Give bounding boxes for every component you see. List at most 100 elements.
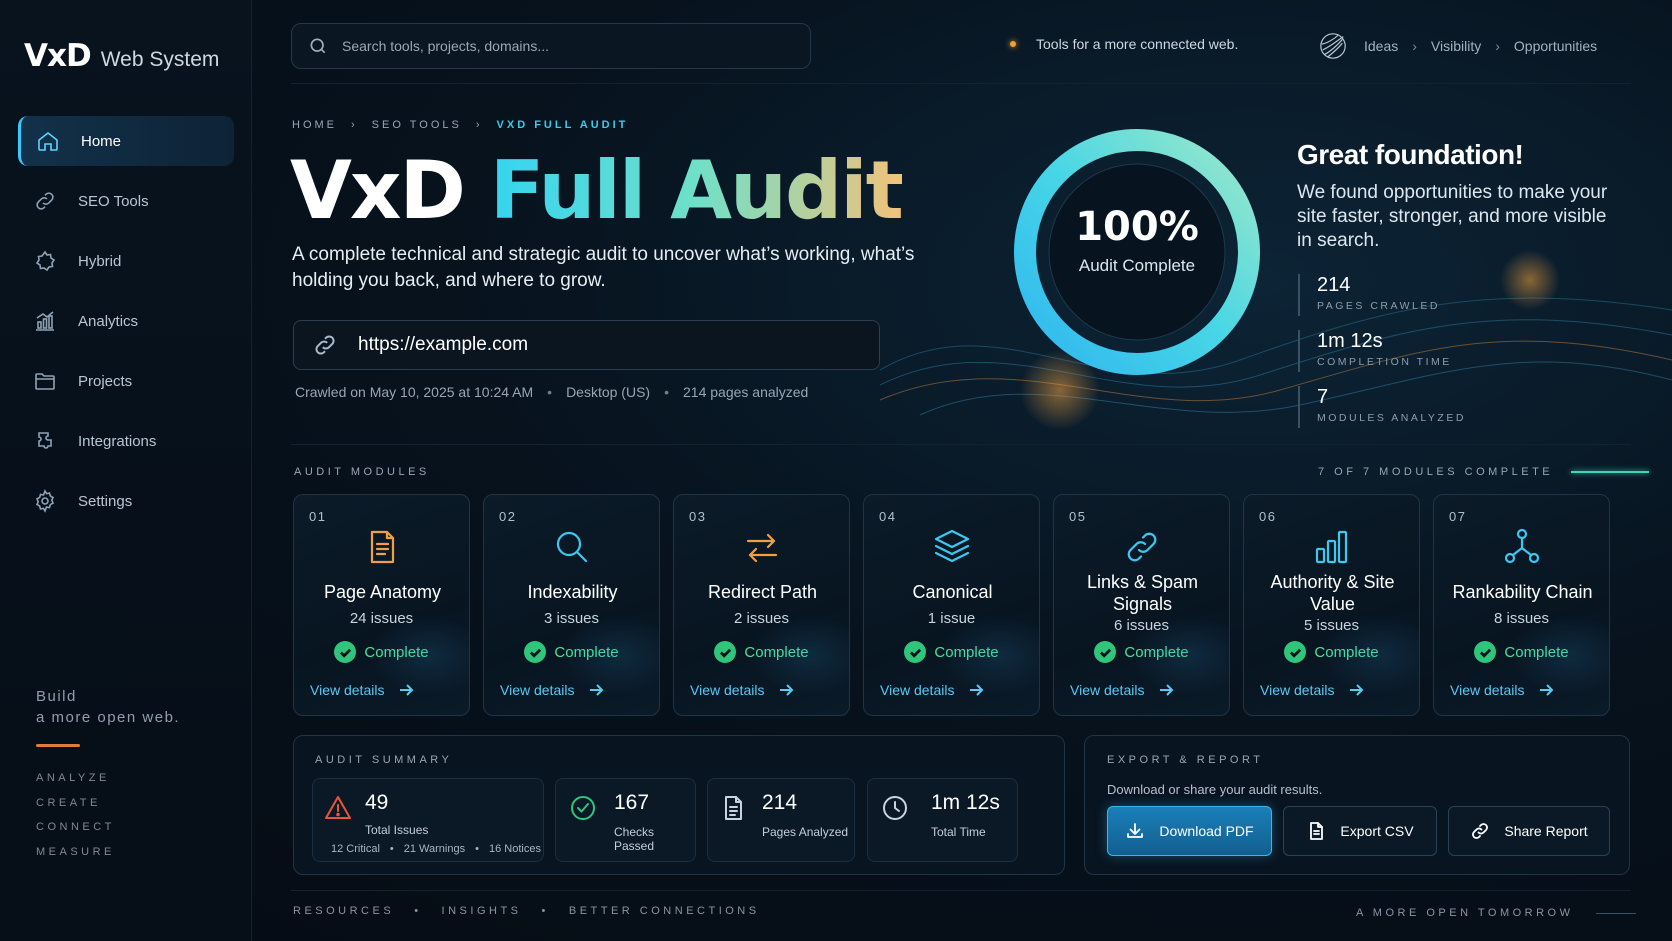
sidebar-item-home[interactable]: Home	[18, 116, 234, 166]
home-icon	[35, 128, 61, 154]
stat-modules-analyzed: 7 MODULES ANALYZED	[1298, 386, 1466, 428]
module-status: Complete	[1434, 641, 1609, 663]
tag-item: CONNECT	[36, 821, 115, 833]
module-title: Page Anatomy	[323, 582, 442, 602]
summary-pages-analyzed: 214 Pages Analyzed	[707, 778, 855, 862]
module-status: Complete	[294, 641, 469, 663]
module-card[interactable]: 05 Links & Spam Signals 6 issues Complet…	[1053, 494, 1230, 716]
module-issues: 2 issues	[733, 610, 790, 627]
module-card[interactable]: 01 Page Anatomy 24 issues Complete View …	[293, 494, 470, 716]
module-status: Complete	[674, 641, 849, 663]
check-icon	[334, 641, 357, 663]
share-report-button[interactable]: Share Report	[1448, 806, 1610, 856]
sidebar-item-projects[interactable]: Projects	[18, 356, 234, 406]
summary-heading: AUDIT SUMMARY	[315, 754, 453, 766]
sidebar-item-hybrid[interactable]: Hybrid	[18, 236, 234, 286]
tag-item: MEASURE	[36, 845, 115, 858]
top-crumb-ideas[interactable]: Ideas	[1364, 38, 1398, 54]
brand-name: Web System	[100, 48, 220, 71]
foundation-text: We found opportunities to make your site…	[1297, 182, 1608, 251]
sidebar-item-label: Integrations	[78, 432, 157, 450]
view-details-link[interactable]: View details	[310, 682, 414, 698]
redirect-icon	[674, 525, 849, 569]
brand-logo[interactable]: VxD Web System	[24, 38, 219, 74]
module-issues: 1 issue	[927, 610, 976, 627]
issues-breakdown: 12 Critical • 21 Warnings • 16 Notices	[331, 843, 541, 855]
search-input[interactable]	[342, 38, 782, 54]
footer-link-insights[interactable]: INSIGHTS	[442, 905, 522, 917]
arrow-right-icon	[1540, 684, 1554, 696]
module-card[interactable]: 07 Rankability Chain 8 issues Complete V…	[1433, 494, 1610, 716]
crawl-meta: Crawled on May 10, 2025 at 10:24 AM • De…	[295, 384, 809, 400]
hybrid-icon	[32, 248, 58, 274]
app-root: VxD Web System Home SEO Tools Hybrid Ana…	[0, 0, 1672, 941]
breadcrumb-seo-tools[interactable]: SEO TOOLS	[372, 119, 462, 131]
view-details-link[interactable]: View details	[1260, 682, 1364, 698]
decorative-wave-graphic	[880, 250, 1672, 430]
view-details-link[interactable]: View details	[500, 682, 604, 698]
arrow-right-icon	[400, 684, 414, 696]
document-icon	[294, 525, 469, 569]
module-title: Redirect Path	[707, 582, 818, 602]
integrations-icon	[32, 428, 58, 454]
summary-total-issues: 49 Total Issues 12 Critical • 21 Warning…	[312, 778, 544, 862]
footer-link-better-connections[interactable]: BETTER CONNECTIONS	[569, 905, 760, 917]
audit-progress-ring: 100% Audit Complete	[1005, 120, 1269, 384]
divider	[291, 890, 1631, 891]
audit-percent: 100%	[1075, 204, 1199, 250]
audit-percent-label: Audit Complete	[1078, 256, 1196, 275]
view-details-link[interactable]: View details	[880, 682, 984, 698]
export-description: Download or share your audit results.	[1107, 782, 1323, 797]
sidebar-item-settings[interactable]: Settings	[18, 476, 234, 526]
breadcrumb-current: VXD FULL AUDIT	[496, 119, 629, 131]
module-status: Complete	[484, 641, 659, 663]
export-csv-button[interactable]: Export CSV	[1283, 806, 1437, 856]
module-issues: 8 issues	[1493, 610, 1550, 627]
module-status: Complete	[864, 641, 1039, 663]
check-icon	[1284, 641, 1307, 663]
folder-icon	[32, 368, 58, 394]
url-field[interactable]: https://example.com	[293, 320, 880, 370]
breadcrumb-home[interactable]: HOME	[292, 119, 337, 131]
view-details-link[interactable]: View details	[1450, 682, 1554, 698]
module-issues: 3 issues	[543, 610, 600, 627]
download-icon	[1127, 823, 1144, 838]
sidebar-item-label: SEO Tools	[78, 192, 149, 210]
crawl-device: Desktop (US)	[566, 384, 651, 400]
arrow-right-icon	[780, 684, 794, 696]
foundation-title: Great foundation!	[1297, 139, 1524, 170]
module-card[interactable]: 06 Authority & Site Value 5 issues Compl…	[1243, 494, 1420, 716]
gear-icon	[32, 488, 58, 514]
link-icon	[32, 188, 58, 214]
sidebar-item-seo-tools[interactable]: SEO Tools	[18, 176, 234, 226]
search-bar[interactable]	[291, 23, 811, 69]
tag-item: ANALYZE	[36, 772, 110, 784]
document-icon	[718, 793, 748, 823]
network-icon	[1434, 525, 1609, 569]
download-pdf-button[interactable]: Download PDF	[1107, 806, 1272, 856]
link-icon	[315, 335, 335, 355]
crawl-pages: 214 pages analyzed	[683, 384, 809, 400]
sidebar-item-analytics[interactable]: Analytics	[18, 296, 234, 346]
footer-link-resources[interactable]: RESOURCES	[293, 905, 394, 917]
module-issues: 6 issues	[1113, 617, 1170, 634]
summary-checks-passed: 167 Checks Passed	[555, 778, 696, 862]
module-card[interactable]: 03 Redirect Path 2 issues Complete View …	[673, 494, 850, 716]
clock-icon	[880, 793, 910, 823]
view-details-link[interactable]: View details	[690, 682, 794, 698]
view-details-link[interactable]: View details	[1070, 682, 1174, 698]
tag-item: CREATE	[36, 796, 101, 809]
sidebar-item-label: Analytics	[78, 312, 139, 330]
sidebar-item-label: Settings	[78, 492, 133, 510]
module-card[interactable]: 02 Indexability 3 issues Complete View d…	[483, 494, 660, 716]
sidebar-item-integrations[interactable]: Integrations	[18, 416, 234, 466]
check-icon	[1474, 641, 1497, 663]
url-value: https://example.com	[358, 334, 529, 355]
top-crumb-opportunities[interactable]: Opportunities	[1514, 38, 1597, 54]
brand-mark: VxD	[24, 38, 92, 74]
module-card[interactable]: 04 Canonical 1 issue Complete View detai…	[863, 494, 1040, 716]
module-title: Indexability	[527, 582, 618, 602]
top-crumb-visibility[interactable]: Visibility	[1431, 38, 1481, 54]
analytics-icon	[32, 308, 58, 334]
module-title: Rankability Chain	[1452, 582, 1593, 602]
